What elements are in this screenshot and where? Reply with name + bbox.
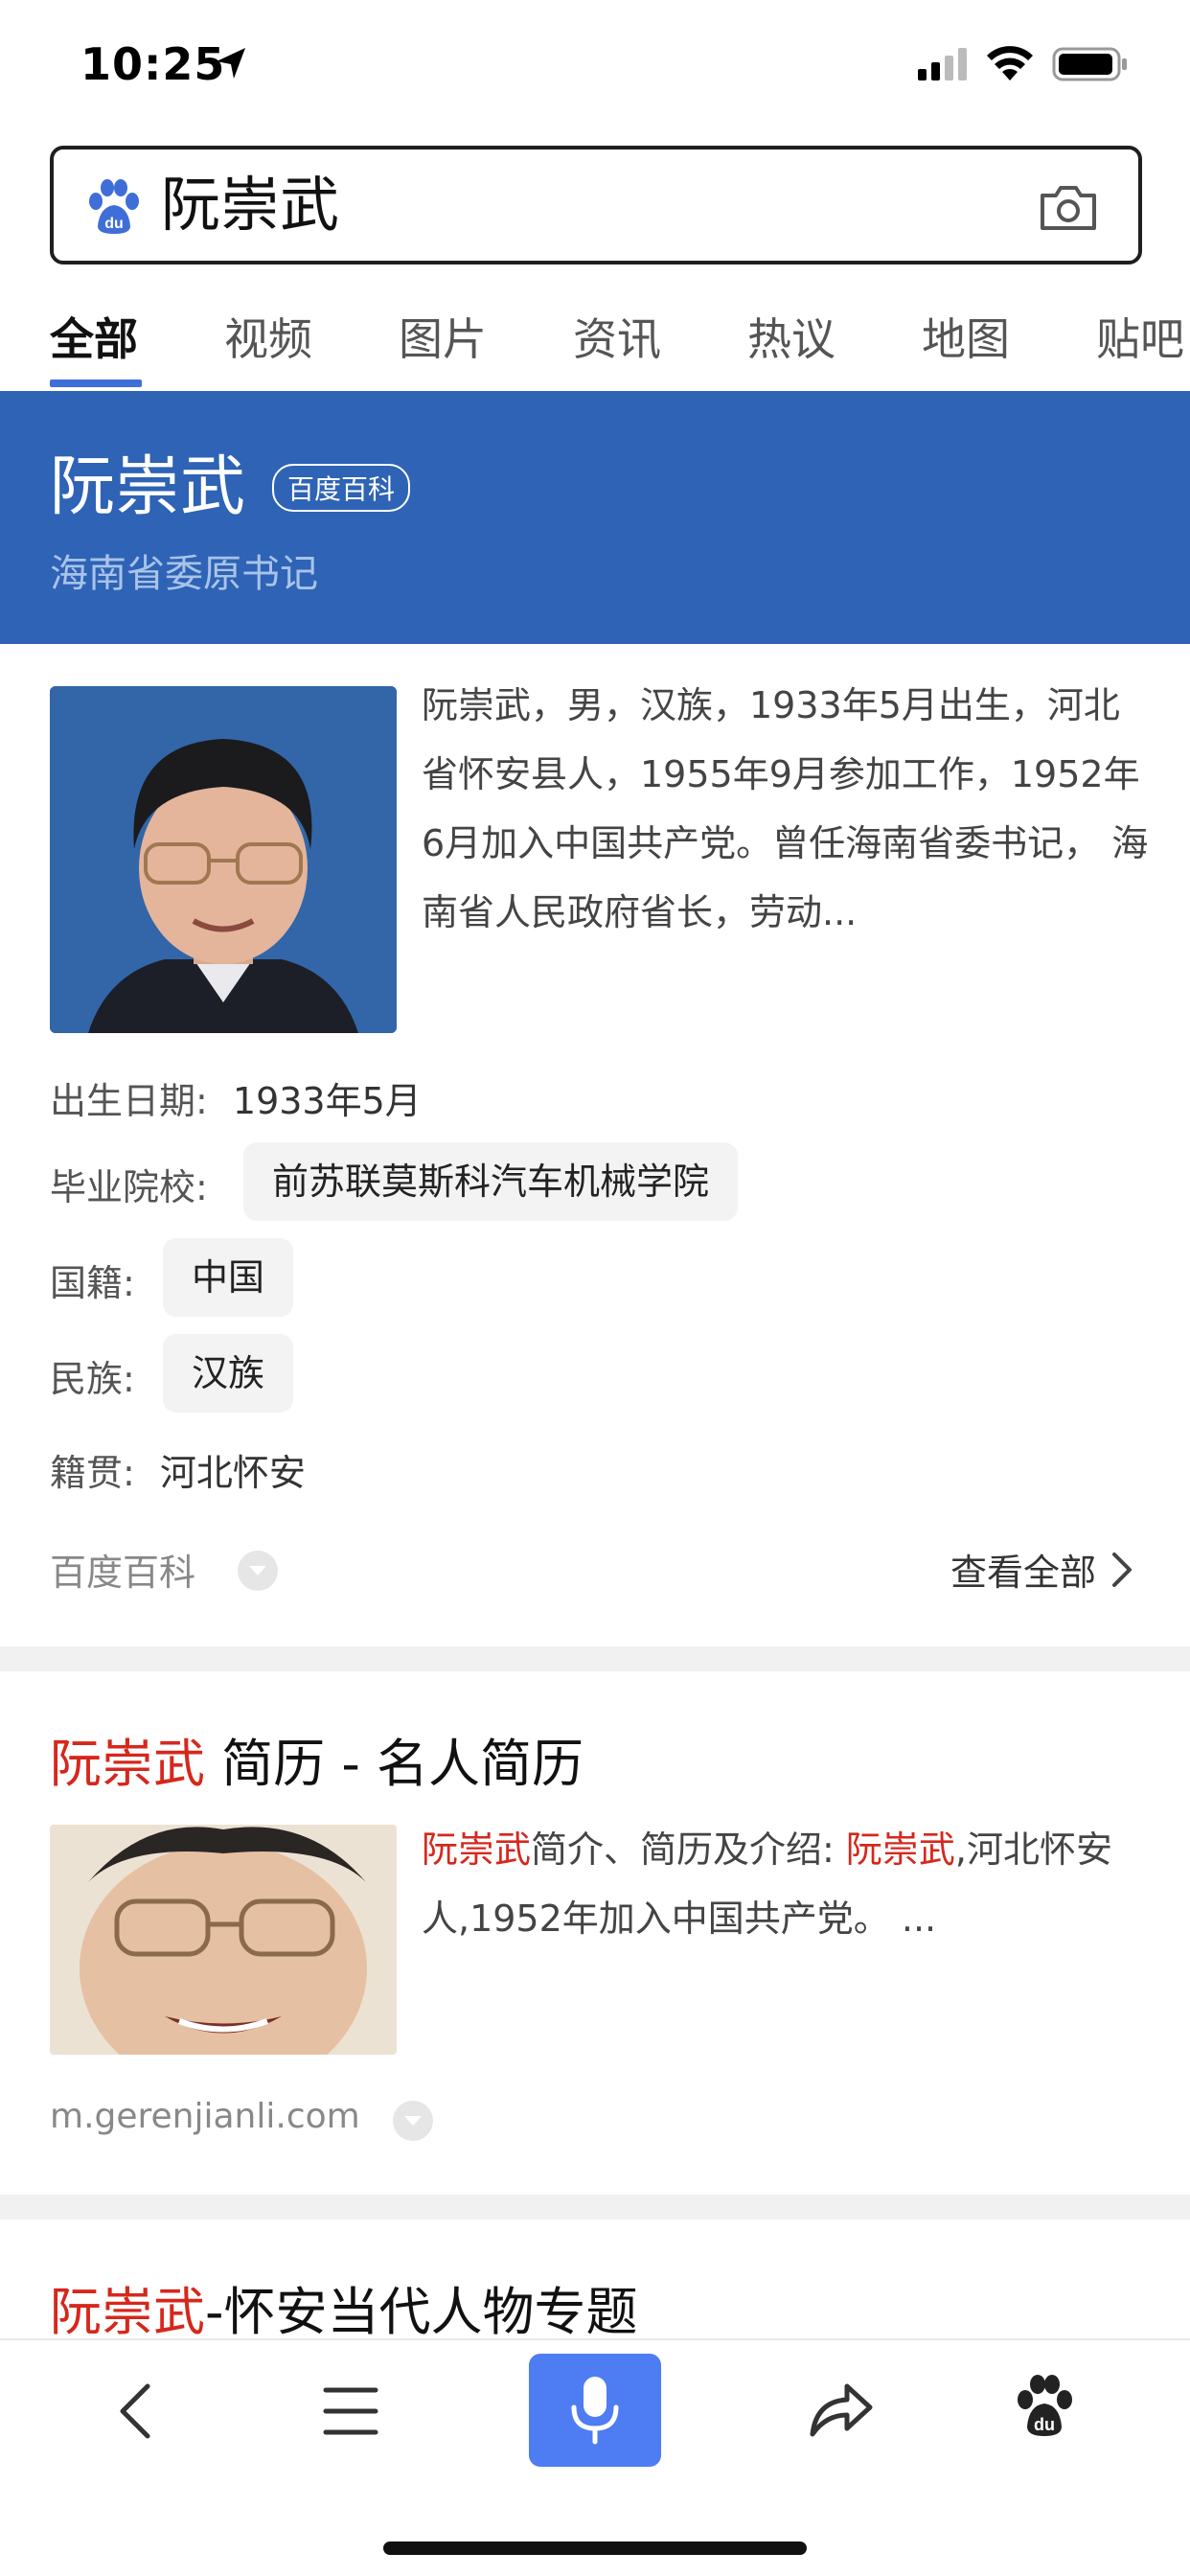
baidu-paw-icon: du (89, 179, 139, 234)
tab-video[interactable]: 视频 (224, 305, 312, 368)
result-title-highlight: 阮崇武 (50, 2282, 205, 2342)
result-title[interactable]: 阮崇武-怀安当代人物专题 (50, 2269, 638, 2345)
result-title-highlight: 阮崇武 (50, 1734, 205, 1794)
origin-label: 籍贯: (50, 1452, 135, 1494)
result-title[interactable]: 阮崇武 简历 - 名人简历 (50, 1721, 584, 1797)
ethnic-chip[interactable]: 汉族 (163, 1334, 294, 1413)
birth-row: 出生日期: 1933年5月 (50, 1071, 422, 1124)
section-divider (0, 2195, 1190, 2220)
result-title-text: -怀安当代人物专题 (205, 2282, 638, 2342)
baidu-home-icon[interactable]: du (1016, 2375, 1073, 2438)
result-photo[interactable] (50, 1825, 397, 2055)
nationality-chip[interactable]: 中国 (163, 1238, 294, 1317)
back-icon[interactable] (113, 2380, 159, 2442)
baike-hero[interactable]: 阮崇武 百度百科 海南省委原书记 (0, 391, 1190, 644)
view-all-link[interactable]: 查看全部 (950, 1543, 1096, 1596)
ethnic-label: 民族: (50, 1358, 135, 1400)
person-photo[interactable] (50, 686, 397, 1033)
search-input[interactable]: 阮崇武 (161, 167, 339, 243)
birth-value: 1933年5月 (232, 1080, 422, 1122)
wifi-icon (987, 46, 1033, 80)
bottom-toolbar: du (0, 2338, 1190, 2576)
section-divider (0, 1646, 1190, 1671)
nationality-label: 国籍: (50, 1262, 135, 1304)
share-icon[interactable] (807, 2379, 874, 2438)
result-title-text: 简历 - 名人简历 (205, 1734, 584, 1794)
tab-news[interactable]: 资讯 (573, 305, 661, 368)
snippet-highlight: 阮崇武 (422, 1828, 532, 1871)
svg-text:du: du (104, 216, 124, 232)
source-dropdown-icon[interactable] (238, 1551, 278, 1591)
result-snippet: 阮崇武简介、简历及介绍: 阮崇武,河北怀安人,1952年加入中国共产党。 ... (422, 1815, 1150, 1953)
school-chip[interactable]: 前苏联莫斯科汽车机械学院 (243, 1142, 739, 1221)
camera-icon[interactable] (1039, 182, 1098, 232)
hero-subtitle: 海南省委原书记 (50, 552, 318, 596)
school-label: 毕业院校: (50, 1166, 208, 1208)
tab-map[interactable]: 地图 (922, 305, 1010, 368)
result-dropdown-icon[interactable] (393, 2101, 433, 2141)
status-time: 10:25 (80, 38, 226, 90)
voice-search-button[interactable] (529, 2354, 661, 2467)
active-tab-indicator (50, 380, 142, 387)
snippet-highlight: 阮崇武 (845, 1828, 955, 1871)
tab-tieba[interactable]: 贴吧 (1096, 305, 1184, 368)
baike-source: 百度百科 (50, 1552, 196, 1594)
snippet-text: 简介、简历及介绍: (531, 1828, 846, 1871)
svg-text:du: du (1034, 2415, 1055, 2434)
birth-label: 出生日期: (50, 1080, 208, 1122)
tab-images[interactable]: 图片 (399, 305, 487, 368)
menu-icon[interactable] (322, 2384, 379, 2438)
chevron-right-icon[interactable] (1110, 1551, 1134, 1589)
tab-discussion[interactable]: 热议 (747, 305, 835, 368)
location-arrow-icon (217, 48, 245, 79)
tab-all[interactable]: 全部 (50, 305, 138, 368)
home-indicator (383, 2542, 807, 2555)
hero-title: 阮崇武 (50, 449, 246, 525)
status-bar: 10:25 (0, 0, 1190, 134)
search-tabs: 全部 视频 图片 资讯 热议 地图 贴吧 (0, 288, 1190, 391)
result-url: m.gerenjianli.com (50, 2097, 360, 2136)
battery-icon (1052, 47, 1127, 81)
cellular-signal-icon (918, 48, 967, 80)
search-box[interactable]: du 阮崇武 (50, 146, 1142, 264)
origin-value: 河北怀安 (159, 1452, 306, 1494)
microphone-icon (571, 2377, 619, 2445)
baike-badge: 百度百科 (272, 464, 411, 512)
baike-summary: 阮崇武，男，汉族，1933年5月出生，河北省怀安县人，1955年9月参加工作，1… (422, 684, 1149, 933)
origin-row: 籍贯: 河北怀安 (50, 1443, 306, 1496)
